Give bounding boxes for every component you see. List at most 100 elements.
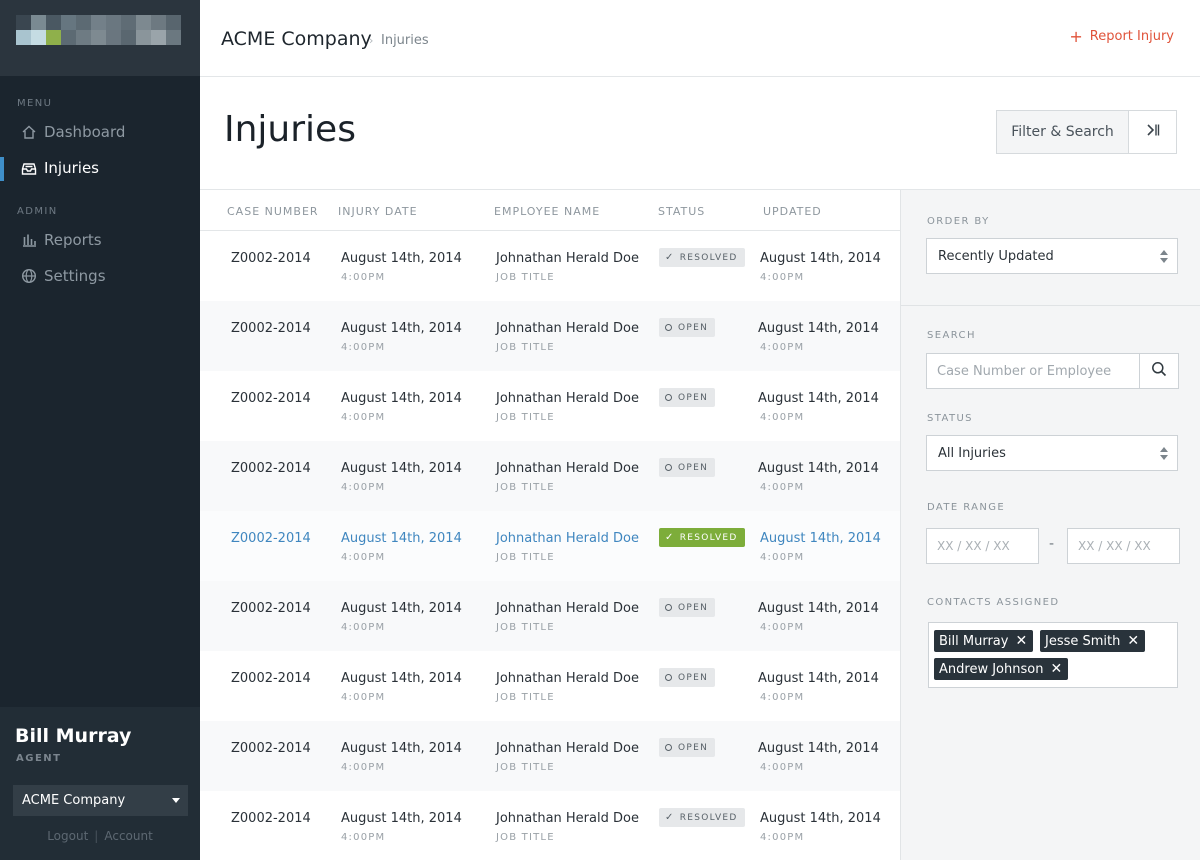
filter-search-button[interactable]: Filter & Search [996,110,1129,154]
date-separator: - [1049,536,1055,552]
user-name: Bill Murray [15,725,132,747]
table-row[interactable]: Z0002-2014 August 14th, 2014 4:00PM Johnath… [200,791,900,860]
status-badge: OPEN [659,318,716,337]
sidebar-item-injuries[interactable]: Injuries [0,150,200,186]
status-badge-label: RESOLVED [679,812,738,823]
table-row[interactable]: Z0002-2014 August 14th, 2014 4:00PM Johnath… [200,581,900,651]
logo-pixel [91,30,106,45]
sidebar: MENU Dashboard Injuries ADMIN Reports Se… [0,0,200,860]
remove-tag-icon[interactable]: ✕ [1050,661,1062,677]
logo-pixel [16,15,31,30]
status-badge: OPEN [659,738,716,757]
status-badge: OPEN [659,668,716,687]
updated-date: August 14th, 2014 [758,671,879,686]
table-row[interactable]: Z0002-2014 August 14th, 2014 4:00PM Johnath… [200,511,900,581]
search-input[interactable]: Case Number or Employee [926,353,1140,389]
status-badge-label: OPEN [678,322,709,333]
admin-heading: ADMIN [17,206,58,217]
employee-name: Johnathan Herald Doe [496,811,639,826]
status-badge-label: RESOLVED [679,252,738,263]
date-to-input[interactable]: XX / XX / XX [1067,528,1180,564]
table-row[interactable]: Z0002-2014 August 14th, 2014 4:00PM Johnath… [200,721,900,791]
logout-link[interactable]: Logout [47,829,88,843]
updated-date: August 14th, 2014 [760,811,881,826]
table-row[interactable]: Z0002-2014 August 14th, 2014 4:00PM Johnath… [200,441,900,511]
status-badge: ✓ RESOLVED [659,808,745,827]
sidebar-item-label: Reports [44,231,102,249]
chevron-down-icon [172,798,180,803]
report-injury-button[interactable]: + Report Injury [1069,29,1174,45]
contacts-tag-input[interactable]: Bill Murray ✕ Jesse Smith ✕ Andrew Johns… [928,622,1178,688]
case-number: Z0002-2014 [231,671,311,686]
column-header-case-number[interactable]: CASE NUMBER [227,205,319,218]
employee-name: Johnathan Herald Doe [496,531,639,546]
user-role: AGENT [16,753,62,764]
table-row[interactable]: Z0002-2014 August 14th, 2014 4:00PM Johnath… [200,371,900,441]
injury-time: 4:00PM [341,832,386,843]
table-row[interactable]: Z0002-2014 August 14th, 2014 4:00PM Johnath… [200,651,900,721]
company-select[interactable]: ACME Company [13,785,188,816]
column-header-updated[interactable]: UPDATED [763,205,822,218]
order-by-section: ORDER BY Recently Updated [901,190,1200,306]
sidebar-item-settings[interactable]: Settings [0,258,200,294]
table-row[interactable]: Z0002-2014 August 14th, 2014 4:00PM Johnath… [200,231,900,301]
case-number: Z0002-2014 [231,741,311,756]
injury-date: August 14th, 2014 [341,811,462,826]
open-circle-icon [665,604,672,611]
select-arrows-icon [1160,447,1168,461]
contact-tag: Jesse Smith ✕ [1040,630,1146,652]
injury-date: August 14th, 2014 [341,741,462,756]
employee-name: Johnathan Herald Doe [496,461,639,476]
column-header-injury-date[interactable]: INJURY DATE [338,205,418,218]
employee-name: Johnathan Herald Doe [496,741,639,756]
status-badge-label: OPEN [678,392,709,403]
logo-pixel [121,15,136,30]
date-from-input[interactable]: XX / XX / XX [926,528,1039,564]
inbox-icon [20,159,38,177]
collapse-panel-button[interactable] [1128,110,1177,154]
employee-name: Johnathan Herald Doe [496,601,639,616]
status-value: All Injuries [938,445,1006,461]
logo-pixel [31,15,46,30]
breadcrumb-separator: › [369,34,374,47]
check-icon: ✓ [665,812,675,823]
case-number: Z0002-2014 [231,391,311,406]
case-number: Z0002-2014 [231,601,311,616]
contact-tag: Andrew Johnson ✕ [934,658,1069,680]
updated-date: August 14th, 2014 [758,391,879,406]
updated-time: 4:00PM [760,832,805,843]
top-bar: ACME Company › Injuries + Report Injury [200,0,1200,77]
link-divider: | [94,829,99,843]
updated-time: 4:00PM [760,552,805,563]
page-title: Injuries [224,109,356,150]
logo-pixel [61,15,76,30]
case-number: Z0002-2014 [231,531,311,546]
injury-time: 4:00PM [341,762,386,773]
bar-chart-icon [20,231,38,249]
column-header-status[interactable]: STATUS [658,205,705,218]
remove-tag-icon[interactable]: ✕ [1015,633,1027,649]
sidebar-item-reports[interactable]: Reports [0,222,200,258]
remove-tag-icon[interactable]: ✕ [1127,633,1139,649]
sidebar-item-dashboard[interactable]: Dashboard [0,114,200,150]
search-label: SEARCH [927,330,976,341]
column-header-employee-name[interactable]: EMPLOYEE NAME [494,205,600,218]
updated-time: 4:00PM [760,412,805,423]
contacts-assigned-label: CONTACTS ASSIGNED [927,597,1060,608]
logo-pixel [76,30,91,45]
contact-tag: Bill Murray ✕ [934,630,1034,652]
open-circle-icon [665,324,672,331]
logo-pixel [166,30,181,45]
updated-time: 4:00PM [760,342,805,353]
breadcrumb-company[interactable]: ACME Company [221,28,372,50]
order-by-select[interactable]: Recently Updated [926,238,1178,274]
account-link[interactable]: Account [104,829,152,843]
updated-date: August 14th, 2014 [758,461,879,476]
status-badge-label: OPEN [678,462,709,473]
company-logo[interactable] [16,15,181,45]
status-select[interactable]: All Injuries [926,435,1178,471]
table-row[interactable]: Z0002-2014 August 14th, 2014 4:00PM Johnath… [200,301,900,371]
search-button[interactable] [1139,353,1179,389]
contact-tag-label: Andrew Johnson [939,661,1044,677]
contact-tag-label: Bill Murray [939,633,1009,649]
